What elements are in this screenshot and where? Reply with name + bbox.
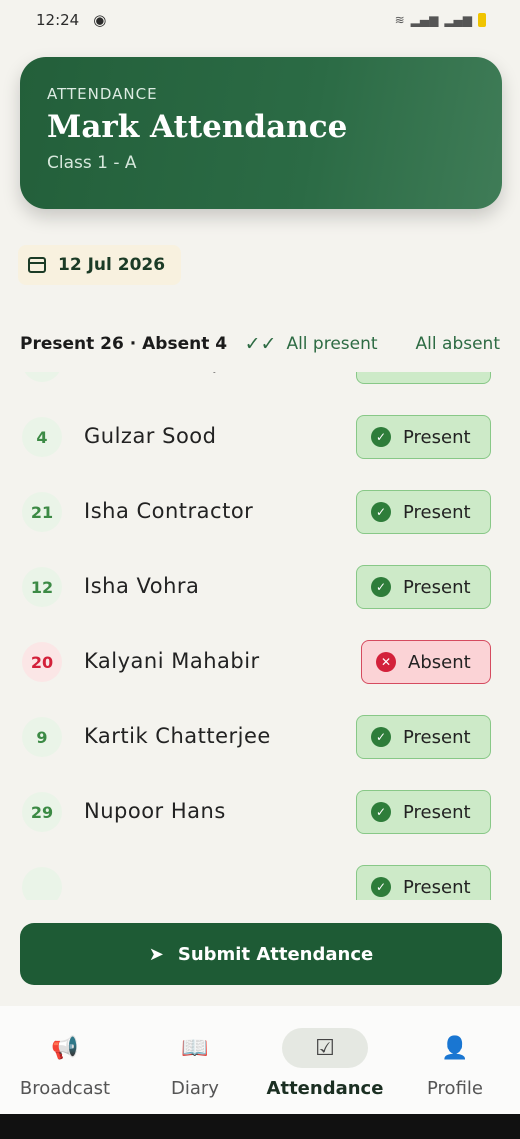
student-row: ✓ Present xyxy=(0,851,520,900)
status-label: Present xyxy=(403,501,471,523)
send-icon: ➤ xyxy=(148,943,164,965)
student-name: Gauransh Apte xyxy=(84,372,248,373)
student-row: 15 Gauransh Apte ✓Present xyxy=(0,372,520,401)
roll-number: 15 xyxy=(22,372,62,382)
status-time: 12:24 xyxy=(36,11,80,29)
date-picker[interactable]: 12 Jul 2026 xyxy=(18,245,182,285)
student-name: Gulzar Sood xyxy=(84,424,217,448)
check-circle-icon: ✓ xyxy=(371,427,391,447)
student-row: 29 Nupoor Hans ✓ Present xyxy=(0,776,520,851)
present-toggle[interactable]: ✓ Present xyxy=(356,490,491,534)
roll-number xyxy=(22,867,62,900)
student-name: Nupoor Hans xyxy=(84,799,226,823)
checklist-icon: ☑ xyxy=(282,1028,368,1068)
present-toggle[interactable]: ✓ Present xyxy=(356,565,491,609)
nav-label: Profile xyxy=(427,1078,483,1099)
roll-number: 21 xyxy=(22,492,62,532)
calendar-icon xyxy=(28,257,46,273)
bottom-navigation: 📢 Broadcast 📖 Diary ☑ Attendance 👤 Profi… xyxy=(0,1006,520,1114)
signal-icon: ▂▄▆ xyxy=(410,13,439,27)
check-circle-icon: ✓ xyxy=(371,802,391,822)
present-toggle[interactable]: ✓ Present xyxy=(356,790,491,834)
present-toggle[interactable]: ✓Present xyxy=(356,372,491,384)
student-row: 21 Isha Contractor ✓ Present xyxy=(0,476,520,551)
student-name: Isha Contractor xyxy=(84,499,254,523)
student-row: 12 Isha Vohra ✓ Present xyxy=(0,551,520,626)
submit-attendance-button[interactable]: ➤ Submit Attendance xyxy=(20,923,502,985)
check-circle-icon: ✓ xyxy=(371,727,391,747)
present-toggle[interactable]: ✓ Present xyxy=(356,865,491,900)
attendance-summary: Present 26 · Absent 4 ✓✓ All present All… xyxy=(20,330,500,358)
signal-icon-2: ▂▄▆ xyxy=(444,13,472,27)
absent-toggle[interactable]: ✕ Absent xyxy=(361,640,491,684)
nav-label: Diary xyxy=(171,1078,219,1099)
status-bar: 12:24 ◉ ≋ ▂▄▆ ▂▄▆ xyxy=(0,0,520,40)
student-name: Kartik Chatterjee xyxy=(84,724,271,748)
check-circle-icon: ✓ xyxy=(371,877,391,897)
system-indicators: ≋ ▂▄▆ ▂▄▆ xyxy=(395,13,486,27)
system-navigation-bar xyxy=(0,1114,520,1139)
book-icon: 📖 xyxy=(181,1035,209,1061)
all-present-label: All present xyxy=(286,334,378,354)
roll-number: 9 xyxy=(22,717,62,757)
person-icon: 👤 xyxy=(441,1035,469,1061)
megaphone-icon: 📢 xyxy=(51,1035,79,1061)
nav-attendance[interactable]: ☑ Attendance xyxy=(260,1006,390,1114)
roll-number: 4 xyxy=(22,417,62,457)
page-title: Mark Attendance xyxy=(47,109,348,145)
student-name: Isha Vohra xyxy=(84,574,200,598)
status-label: Present xyxy=(403,576,471,598)
student-row: 9 Kartik Chatterjee ✓ Present xyxy=(0,701,520,776)
nav-diary[interactable]: 📖 Diary xyxy=(130,1006,260,1114)
check-circle-icon: ✓ xyxy=(371,577,391,597)
student-row: 4 Gulzar Sood ✓ Present xyxy=(0,401,520,476)
wifi-icon: ≋ xyxy=(394,13,405,27)
present-toggle[interactable]: ✓ Present xyxy=(356,715,491,759)
battery-icon xyxy=(478,13,486,27)
status-label: Present xyxy=(403,426,471,448)
date-label: 12 Jul 2026 xyxy=(58,255,166,275)
header-eyebrow: ATTENDANCE xyxy=(47,85,158,103)
attendance-counts: Present 26 · Absent 4 xyxy=(20,334,228,354)
all-absent-button[interactable]: All absent xyxy=(416,334,500,354)
nav-label: Attendance xyxy=(266,1078,384,1099)
x-circle-icon: ✕ xyxy=(376,652,396,672)
student-name: Kalyani Mahabir xyxy=(84,649,260,673)
status-label: Present xyxy=(403,801,471,823)
check-circle-icon: ✓ xyxy=(371,502,391,522)
double-check-icon: ✓✓ xyxy=(244,333,277,355)
student-row: 20 Kalyani Mahabir ✕ Absent xyxy=(0,626,520,701)
roll-number: 20 xyxy=(22,642,62,682)
status-label: Present xyxy=(403,726,471,748)
nav-broadcast[interactable]: 📢 Broadcast xyxy=(0,1006,130,1114)
roll-number: 29 xyxy=(22,792,62,832)
status-label: Present xyxy=(403,372,471,373)
class-subtitle: Class 1 - A xyxy=(47,153,137,173)
status-label: Absent xyxy=(408,651,471,673)
notification-icon: ◉ xyxy=(93,11,107,29)
roll-number: 12 xyxy=(22,567,62,607)
student-list[interactable]: 15Gauransh Apte✓Present4Gulzar Sood✓Pres… xyxy=(0,372,520,900)
status-label: Present xyxy=(403,876,471,898)
header-card: ATTENDANCE Mark Attendance Class 1 - A xyxy=(20,57,502,209)
nav-label: Broadcast xyxy=(19,1078,111,1099)
nav-profile[interactable]: 👤 Profile xyxy=(390,1006,520,1114)
submit-label: Submit Attendance xyxy=(177,943,374,965)
present-toggle[interactable]: ✓ Present xyxy=(356,415,491,459)
all-present-button[interactable]: ✓✓ All present xyxy=(245,333,378,355)
